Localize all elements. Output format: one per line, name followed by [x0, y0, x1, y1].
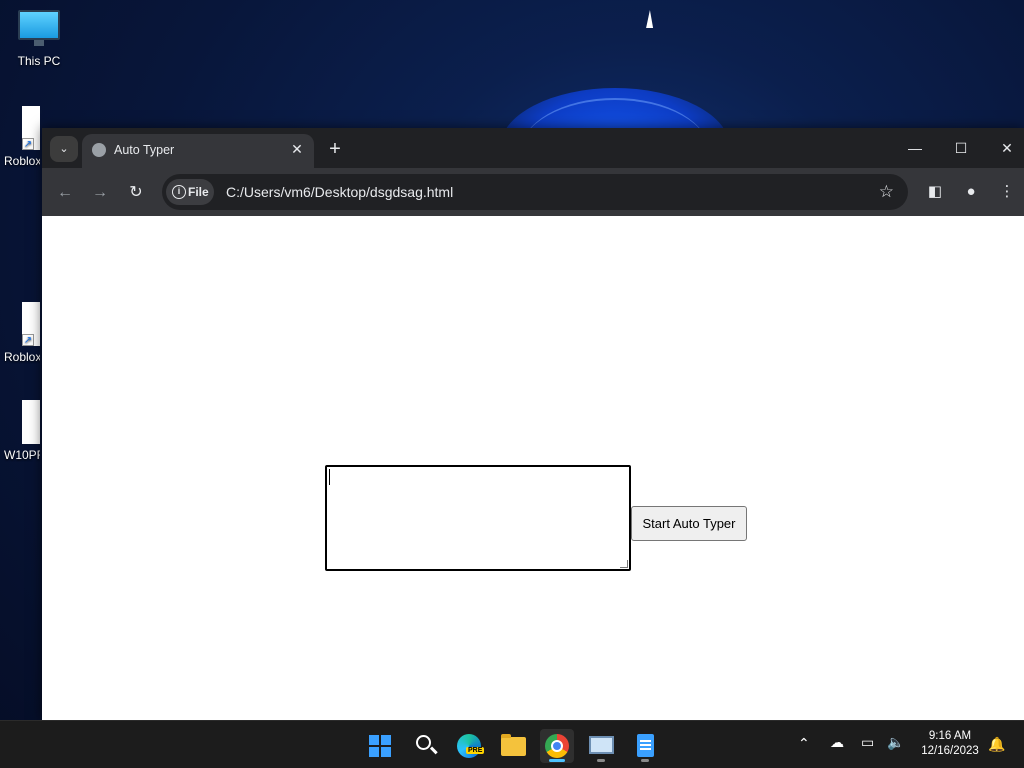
address-bar[interactable]: i File C:/Users/vm6/Desktop/dsgdsag.html…: [162, 174, 908, 210]
new-tab-button[interactable]: +: [324, 138, 346, 160]
browser-window: ⌄ Auto Typer ✕ + — ☐ ✕ ← → ↻ i File C:/U…: [42, 128, 1024, 720]
mouse-pointer-icon: [646, 10, 657, 28]
side-panel-icon[interactable]: ◧: [924, 181, 946, 203]
menu-kebab-icon[interactable]: ⋮: [996, 181, 1018, 203]
reload-button[interactable]: ↻: [123, 180, 149, 206]
minimize-button[interactable]: —: [900, 136, 930, 160]
file-icon: [22, 400, 40, 444]
forward-button[interactable]: →: [87, 180, 113, 206]
start-button[interactable]: [363, 729, 397, 763]
system-clock[interactable]: 9:16 AM 12/16/2023: [914, 729, 986, 759]
site-chip-label: File: [188, 185, 209, 199]
taskbar: PRE ⌃ ☁ ▭ 🔈 9:16 AM 12/16/2023 🔔: [0, 720, 1024, 768]
desktop-icon-w10pr[interactable]: W10PR: [4, 400, 40, 462]
file-explorer-button[interactable]: [496, 729, 530, 763]
running-indicator: [641, 759, 649, 762]
clock-date: 12/16/2023: [921, 745, 979, 757]
edge-pre-badge: PRE: [466, 747, 485, 754]
desktop-icon-roblox-1[interactable]: ↗ Roblox: [4, 106, 40, 168]
chrome-button[interactable]: [540, 729, 574, 763]
file-shortcut-icon: ↗: [22, 302, 40, 346]
notepad-icon: [637, 734, 654, 757]
close-window-button[interactable]: ✕: [992, 136, 1022, 160]
desktop-icon-label: Roblox: [4, 154, 40, 168]
file-explorer-icon: [501, 734, 526, 756]
edge-pre-icon: [457, 734, 481, 758]
desktop-icon-label: This PC: [17, 54, 61, 68]
active-indicator: [549, 759, 565, 762]
bookmark-star-icon[interactable]: ☆: [879, 182, 894, 202]
chevron-up-icon[interactable]: ⌃: [798, 735, 810, 752]
chevron-down-icon: ⌄: [59, 143, 69, 155]
url-text: C:/Users/vm6/Desktop/dsgdsag.html: [226, 184, 454, 200]
volume-muted-icon[interactable]: 🔈: [887, 734, 904, 751]
desktop-icon-roblox-2[interactable]: ↗ Roblox: [4, 302, 40, 364]
edge-pre-button[interactable]: PRE: [452, 729, 486, 763]
maximize-button[interactable]: ☐: [946, 136, 976, 160]
desktop-icon-this-pc[interactable]: This PC: [4, 10, 74, 68]
back-button[interactable]: ←: [52, 180, 78, 206]
task-manager-button[interactable]: [584, 729, 618, 763]
tab-strip: ⌄ Auto Typer ✕ + — ☐ ✕: [42, 128, 1024, 168]
task-manager-icon: [589, 736, 614, 754]
monitor-icon: [18, 10, 60, 46]
browser-toolbar: ← → ↻ i File C:/Users/vm6/Desktop/dsgdsa…: [42, 168, 1024, 216]
onedrive-offline-icon[interactable]: ☁: [830, 734, 844, 751]
clock-time: 9:16 AM: [928, 730, 972, 742]
search-button[interactable]: [408, 729, 442, 763]
network-icon[interactable]: ▭: [861, 734, 874, 751]
info-icon: i: [172, 185, 186, 199]
close-icon[interactable]: ✕: [288, 140, 306, 158]
auto-typer-textarea[interactable]: [325, 465, 631, 571]
notepad-button[interactable]: [628, 729, 662, 763]
tab-title: Auto Typer: [114, 143, 175, 157]
resize-handle[interactable]: [620, 560, 628, 568]
desktop-icon-label: Roblox: [4, 350, 40, 364]
tab-search-button[interactable]: ⌄: [50, 136, 78, 162]
start-icon: [369, 735, 391, 757]
chrome-icon: [545, 734, 569, 758]
running-indicator: [597, 759, 605, 762]
site-info-chip[interactable]: i File: [166, 179, 214, 205]
notification-bell-icon[interactable]: 🔔: [988, 736, 1005, 754]
start-auto-typer-button[interactable]: Start Auto Typer: [631, 506, 747, 541]
tab-auto-typer[interactable]: Auto Typer ✕: [82, 134, 314, 168]
globe-icon: [92, 143, 106, 157]
desktop-icon-label: W10PR: [4, 448, 40, 462]
text-caret: [329, 469, 330, 485]
profile-icon[interactable]: ●: [960, 181, 982, 203]
search-icon: [416, 735, 431, 750]
page-viewport: Start Auto Typer: [42, 216, 1024, 720]
file-shortcut-icon: ↗: [22, 106, 40, 150]
